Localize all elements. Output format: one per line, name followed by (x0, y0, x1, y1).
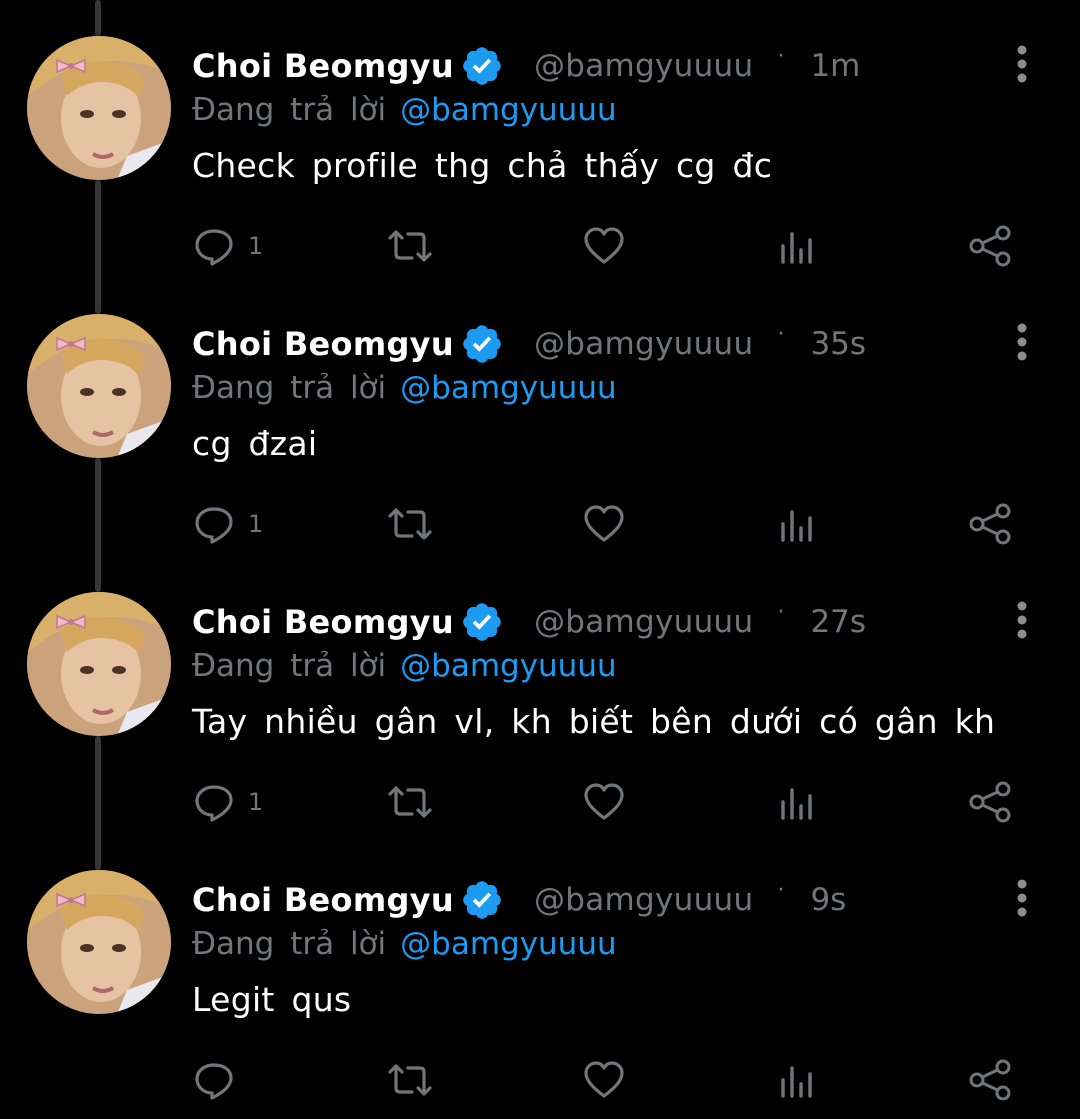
views-button[interactable] (776, 224, 820, 268)
heart-icon (582, 224, 626, 268)
reply-icon (192, 224, 236, 268)
retweet-icon (384, 780, 436, 824)
replying-label: Đang trả lời (192, 92, 387, 128)
author-name[interactable]: Choi Beomgyu (192, 325, 454, 363)
author-handle[interactable]: @bamgyuuuu (534, 48, 754, 84)
more-vertical-icon[interactable] (1006, 322, 1038, 362)
more-vertical-icon[interactable] (1006, 44, 1038, 84)
views-button[interactable] (776, 780, 820, 824)
replying-mention-link[interactable]: @bamgyuuuu (400, 92, 617, 128)
share-button[interactable] (966, 1058, 1014, 1102)
tweet[interactable]: Choi Beomgyu @bamgyuuuu · 35s Đang trả l… (0, 278, 1080, 556)
author-handle[interactable]: @bamgyuuuu (534, 326, 754, 362)
like-button[interactable] (582, 502, 626, 546)
tweet-header: Choi Beomgyu @bamgyuuuu · 27s (192, 598, 866, 646)
retweet-button[interactable] (384, 224, 436, 268)
separator-dot: · (777, 321, 785, 347)
separator-dot: · (777, 599, 785, 625)
avatar[interactable] (27, 870, 171, 1014)
avatar[interactable] (27, 36, 171, 180)
retweet-icon (384, 224, 436, 268)
heart-icon (582, 502, 626, 546)
reply-button[interactable] (192, 1058, 248, 1102)
like-button[interactable] (582, 1058, 626, 1102)
replying-to: Đang trả lời @bamgyuuuu (192, 88, 617, 132)
verified-badge-icon (460, 878, 504, 922)
author-name[interactable]: Choi Beomgyu (192, 603, 454, 641)
timestamp[interactable]: 1m (810, 48, 860, 84)
views-button[interactable] (776, 1058, 820, 1102)
author-handle[interactable]: @bamgyuuuu (534, 882, 754, 918)
replying-label: Đang trả lời (192, 648, 387, 684)
retweet-button[interactable] (384, 780, 436, 824)
verified-badge-icon (460, 600, 504, 644)
retweet-button[interactable] (384, 502, 436, 546)
retweet-icon (384, 502, 436, 546)
author-handle[interactable]: @bamgyuuuu (534, 604, 754, 640)
replying-label: Đang trả lời (192, 926, 387, 962)
tweet-header: Choi Beomgyu @bamgyuuuu · 9s (192, 876, 846, 924)
share-button[interactable] (966, 780, 1014, 824)
separator-dot: · (777, 43, 785, 69)
heart-icon (582, 1058, 626, 1102)
like-button[interactable] (582, 224, 626, 268)
author-name[interactable]: Choi Beomgyu (192, 881, 454, 919)
share-button[interactable] (966, 224, 1014, 268)
tweet[interactable]: Choi Beomgyu @bamgyuuuu · 27s Đang trả l… (0, 556, 1080, 834)
more-vertical-icon[interactable] (1006, 600, 1038, 640)
replying-label: Đang trả lời (192, 370, 387, 406)
heart-icon (582, 780, 626, 824)
tweet-text: Tay nhiều gân vl, kh biết bên dưới có gâ… (192, 702, 996, 741)
reply-icon (192, 780, 236, 824)
share-button[interactable] (966, 502, 1014, 546)
views-icon (776, 502, 820, 546)
timestamp[interactable]: 35s (810, 326, 866, 362)
reply-button[interactable]: 1 (192, 780, 263, 824)
reply-icon (192, 502, 236, 546)
tweet-text: cg đzai (192, 424, 318, 463)
tweet-header: Choi Beomgyu @bamgyuuuu · 35s (192, 320, 866, 368)
views-icon (776, 780, 820, 824)
retweet-button[interactable] (384, 1058, 436, 1102)
views-icon (776, 1058, 820, 1102)
replying-mention-link[interactable]: @bamgyuuuu (400, 926, 617, 962)
avatar[interactable] (27, 592, 171, 736)
replying-mention-link[interactable]: @bamgyuuuu (400, 370, 617, 406)
tweet-text: Legit qus (192, 980, 352, 1019)
verified-badge-icon (460, 322, 504, 366)
tweet-text: Check profile thg chả thấy cg đc (192, 146, 773, 185)
share-icon (966, 502, 1014, 546)
like-button[interactable] (582, 780, 626, 824)
tweet[interactable]: Choi Beomgyu @bamgyuuuu · 9s Đang trả lờ… (0, 834, 1080, 1112)
tweet[interactable]: Choi Beomgyu @bamgyuuuu · 1m Đang trả lờ… (0, 0, 1080, 278)
share-icon (966, 780, 1014, 824)
retweet-icon (384, 1058, 436, 1102)
views-button[interactable] (776, 502, 820, 546)
reply-count: 1 (248, 510, 264, 538)
share-icon (966, 1058, 1014, 1102)
reply-icon (192, 1058, 236, 1102)
views-icon (776, 224, 820, 268)
timestamp[interactable]: 27s (810, 604, 866, 640)
reply-count: 1 (248, 788, 264, 816)
replying-to: Đang trả lời @bamgyuuuu (192, 922, 617, 966)
verified-badge-icon (460, 44, 504, 88)
timestamp[interactable]: 9s (810, 882, 846, 918)
reply-count: 1 (248, 232, 264, 260)
author-name[interactable]: Choi Beomgyu (192, 47, 454, 85)
reply-button[interactable]: 1 (192, 224, 263, 268)
avatar[interactable] (27, 314, 171, 458)
replying-to: Đang trả lời @bamgyuuuu (192, 366, 617, 410)
replying-to: Đang trả lời @bamgyuuuu (192, 644, 617, 688)
separator-dot: · (777, 877, 785, 903)
share-icon (966, 224, 1014, 268)
reply-button[interactable]: 1 (192, 502, 263, 546)
replying-mention-link[interactable]: @bamgyuuuu (400, 648, 617, 684)
more-vertical-icon[interactable] (1006, 878, 1038, 918)
tweet-header: Choi Beomgyu @bamgyuuuu · 1m (192, 42, 860, 90)
